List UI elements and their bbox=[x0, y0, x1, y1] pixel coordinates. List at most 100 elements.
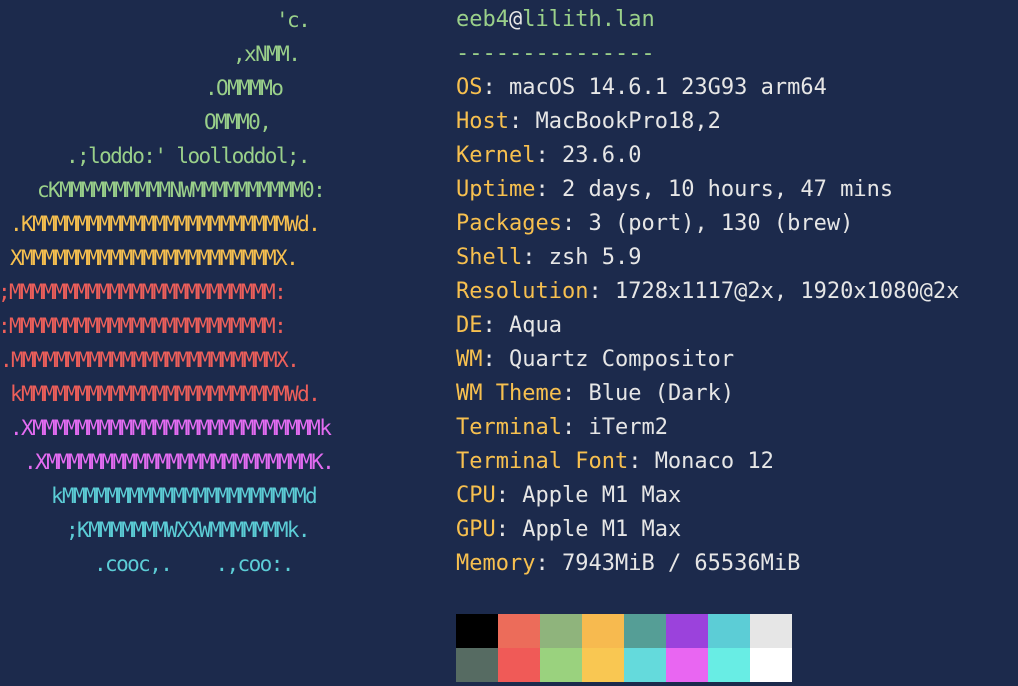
logo-line: kMMMMMMMMMMMMMMMMMMMMMMMMWd. bbox=[10, 382, 321, 406]
color-swatch-normal-0 bbox=[456, 614, 498, 648]
info-value: Aqua bbox=[509, 313, 562, 338]
info-value: 1728x1117@2x, 1920x1080@2x bbox=[614, 279, 960, 304]
at-sign: @ bbox=[508, 7, 523, 32]
info-colon: : bbox=[561, 211, 589, 236]
color-swatch-normal-5 bbox=[666, 614, 708, 648]
info-key: Memory bbox=[456, 551, 536, 576]
color-swatch-bright-5 bbox=[666, 648, 708, 682]
info-value: 23.6.0 bbox=[561, 143, 642, 168]
logo-line: kMMMMMMMMMMMMMMMMMMMMMMd bbox=[51, 484, 318, 508]
info-colon: : bbox=[561, 381, 589, 406]
info-row: Kernel: 23.6.0 bbox=[456, 139, 641, 173]
info-value: MacBookPro18,2 bbox=[535, 109, 721, 134]
info-value: 3 (port), 130 (brew) bbox=[588, 211, 854, 236]
info-row: GPU: Apple M1 Max bbox=[456, 513, 681, 547]
logo-line: .;loddo:' loolloddol;. bbox=[66, 144, 311, 168]
logo-line: ;KMMMMMMMWXXWMMMMMMMk. bbox=[66, 518, 311, 542]
info-row: OS: macOS 14.6.1 23G93 arm64 bbox=[456, 71, 827, 105]
info-key: OS bbox=[456, 75, 483, 100]
info-value: Quartz Compositor bbox=[509, 347, 735, 372]
info-colon: : bbox=[535, 551, 562, 576]
info-row: Resolution: 1728x1117@2x, 1920x1080@2x bbox=[456, 275, 959, 309]
logo-line: ;MMMMMMMMMMMMMMMMMMMMMMMM: bbox=[0, 280, 287, 304]
info-colon: : bbox=[535, 177, 562, 202]
info-row: Packages: 3 (port), 130 (brew) bbox=[456, 207, 853, 241]
info-row: WM Theme: Blue (Dark) bbox=[456, 377, 734, 411]
info-key: WM bbox=[456, 347, 483, 372]
logo-line: XMMMMMMMMMMMMMMMMMMMMMMMX. bbox=[10, 246, 299, 270]
logo-line: .cooc,. .,coo:. bbox=[94, 552, 294, 576]
hostname: lilith.lan bbox=[522, 7, 655, 32]
info-row: CPU: Apple M1 Max bbox=[456, 479, 681, 513]
logo-line: ,xNMM. bbox=[233, 42, 301, 66]
logo-line: .XMMMMMMMMMMMMMMMMMMMMMMMMK. bbox=[24, 450, 335, 474]
info-key: Uptime bbox=[456, 177, 536, 202]
info-key: Terminal bbox=[456, 415, 562, 440]
info-colon: : bbox=[628, 449, 655, 474]
color-swatch-bright-1 bbox=[498, 648, 540, 682]
info-colon: : bbox=[522, 245, 549, 270]
terminal-window[interactable]: 'c. ,xNMM. .OMMMMo OMMM0, .;loddo:' loollodd… bbox=[0, 0, 1018, 686]
color-swatch-bright-7 bbox=[750, 648, 792, 682]
info-value: Apple M1 Max bbox=[522, 483, 682, 508]
info-colon: : bbox=[535, 143, 562, 168]
info-colon: : bbox=[495, 517, 523, 542]
logo-line: 'c. bbox=[276, 8, 311, 32]
color-swatch-normal-6 bbox=[708, 614, 750, 648]
logo-line: OMMM0, bbox=[204, 110, 272, 134]
info-value: Monaco 12 bbox=[654, 449, 774, 474]
info-key: Host bbox=[456, 109, 509, 134]
color-palette bbox=[456, 614, 792, 682]
info-colon: : bbox=[588, 279, 615, 304]
info-row: Terminal: iTerm2 bbox=[456, 411, 668, 445]
logo-line: .XMMMMMMMMMMMMMMMMMMMMMMMMMMk bbox=[10, 416, 332, 440]
color-swatch-normal-4 bbox=[624, 614, 666, 648]
info-key: CPU bbox=[456, 483, 496, 508]
info-key: Kernel bbox=[456, 143, 536, 168]
info-row: Host: MacBookPro18,2 bbox=[456, 105, 721, 139]
color-swatch-normal-2 bbox=[540, 614, 582, 648]
info-colon: : bbox=[495, 483, 523, 508]
info-value: macOS 14.6.1 23G93 arm64 bbox=[509, 75, 827, 100]
logo-line: cKMMMMMMMMMMNWMMMMMMMMMM0: bbox=[37, 178, 326, 202]
info-colon: : bbox=[561, 415, 589, 440]
info-key: Packages bbox=[456, 211, 562, 236]
user-host-line: eeb4@lilith.lan bbox=[456, 3, 655, 37]
info-row: Uptime: 2 days, 10 hours, 47 mins bbox=[456, 173, 893, 207]
color-swatch-bright-6 bbox=[708, 648, 750, 682]
info-colon: : bbox=[508, 109, 536, 134]
info-key: Terminal Font bbox=[456, 449, 629, 474]
logo-line: .OMMMMo bbox=[205, 76, 284, 100]
color-swatch-bright-4 bbox=[624, 648, 666, 682]
color-swatch-bright-0 bbox=[456, 648, 498, 682]
info-row: Memory: 7943MiB / 65536MiB bbox=[456, 547, 800, 581]
color-swatch-normal-3 bbox=[582, 614, 624, 648]
info-key: GPU bbox=[456, 517, 496, 542]
info-colon: : bbox=[482, 75, 509, 100]
color-swatch-bright-2 bbox=[540, 648, 582, 682]
info-colon: : bbox=[482, 347, 509, 372]
info-row: DE: Aqua bbox=[456, 309, 562, 343]
color-swatch-normal-7 bbox=[750, 614, 792, 648]
header-separator: --------------- bbox=[456, 41, 655, 66]
info-row: Terminal Font: Monaco 12 bbox=[456, 445, 774, 479]
logo-line: :MMMMMMMMMMMMMMMMMMMMMMMM: bbox=[0, 314, 287, 338]
info-row: Shell: zsh 5.9 bbox=[456, 241, 641, 275]
logo-line: .KMMMMMMMMMMMMMMMMMMMMMMMWd. bbox=[10, 212, 321, 236]
info-value: Apple M1 Max bbox=[522, 517, 682, 542]
color-swatch-bright-3 bbox=[582, 648, 624, 682]
logo-line: .MMMMMMMMMMMMMMMMMMMMMMMMX. bbox=[0, 348, 300, 372]
info-value: 7943MiB / 65536MiB bbox=[561, 551, 801, 576]
info-value: 2 days, 10 hours, 47 mins bbox=[561, 177, 894, 202]
info-key: Shell bbox=[456, 245, 523, 270]
info-key: Resolution bbox=[456, 279, 589, 304]
info-key: DE bbox=[456, 313, 483, 338]
info-row: WM: Quartz Compositor bbox=[456, 343, 734, 377]
username: eeb4 bbox=[456, 7, 509, 32]
color-swatch-normal-1 bbox=[498, 614, 540, 648]
info-value: zsh 5.9 bbox=[548, 245, 642, 270]
info-value: iTerm2 bbox=[588, 415, 668, 440]
info-value: Blue (Dark) bbox=[588, 381, 735, 406]
info-colon: : bbox=[482, 313, 509, 338]
info-key: WM Theme bbox=[456, 381, 562, 406]
